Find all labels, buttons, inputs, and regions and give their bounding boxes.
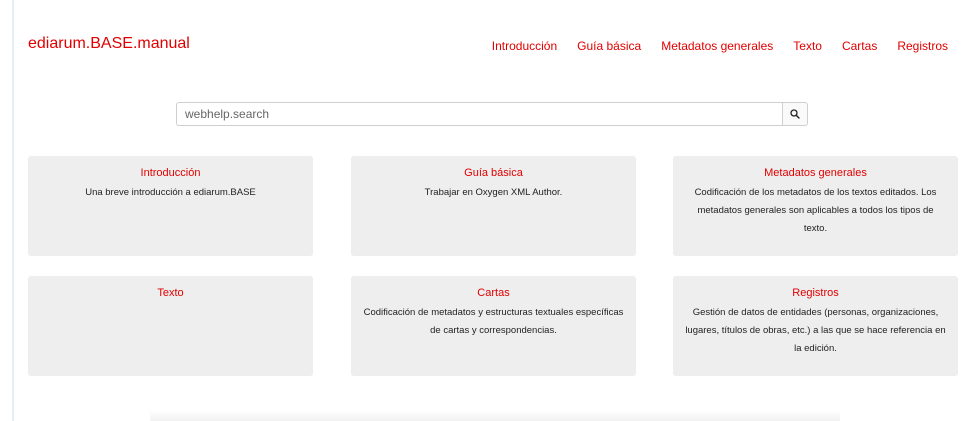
top-nav: Introducción Guía básica Metadatos gener… — [472, 39, 948, 53]
page: ediarum.BASE.manual Introducción Guía bá… — [0, 0, 972, 421]
nav-introduccion[interactable]: Introducción — [492, 39, 557, 53]
frame-edge — [12, 0, 14, 421]
search-button[interactable] — [782, 102, 808, 126]
card-description: Gestión de datos de entidades (personas,… — [685, 307, 946, 354]
card-title[interactable]: Registros — [685, 287, 946, 299]
card-description: Una breve introducción a ediarum.BASE — [85, 187, 256, 198]
search-icon — [790, 107, 800, 122]
card-title[interactable]: Introducción — [40, 167, 301, 179]
card-metadatos-generales[interactable]: Metadatos generales Codificación de los … — [673, 156, 958, 256]
card-description: Codificación de metadatos y estructuras … — [363, 307, 624, 336]
search-bar — [176, 102, 808, 126]
card-title[interactable]: Guía básica — [363, 167, 624, 179]
nav-registros[interactable]: Registros — [897, 39, 948, 53]
nav-metadatos-generales[interactable]: Metadatos generales — [661, 39, 773, 53]
nav-guia-basica[interactable]: Guía básica — [577, 39, 641, 53]
nav-texto[interactable]: Texto — [793, 39, 822, 53]
card-title[interactable]: Metadatos generales — [685, 167, 946, 179]
card-title[interactable]: Cartas — [363, 287, 624, 299]
card-cartas[interactable]: Cartas Codificación de metadatos y estru… — [351, 276, 636, 376]
nav-cartas[interactable]: Cartas — [842, 39, 877, 53]
card-title[interactable]: Texto — [40, 287, 301, 299]
footer-shadow — [150, 410, 840, 421]
card-introduccion[interactable]: Introducción Una breve introducción a ed… — [28, 156, 313, 256]
card-registros[interactable]: Registros Gestión de datos de entidades … — [673, 276, 958, 376]
card-texto[interactable]: Texto — [28, 276, 313, 376]
card-guia-basica[interactable]: Guía básica Trabajar en Oxygen XML Autho… — [351, 156, 636, 256]
brand-logo-link[interactable]: ediarum.BASE.manual — [28, 35, 190, 53]
card-description: Codificación de los metadatos de los tex… — [694, 187, 937, 234]
card-description: Trabajar en Oxygen XML Author. — [424, 187, 563, 198]
search-input[interactable] — [176, 102, 782, 126]
